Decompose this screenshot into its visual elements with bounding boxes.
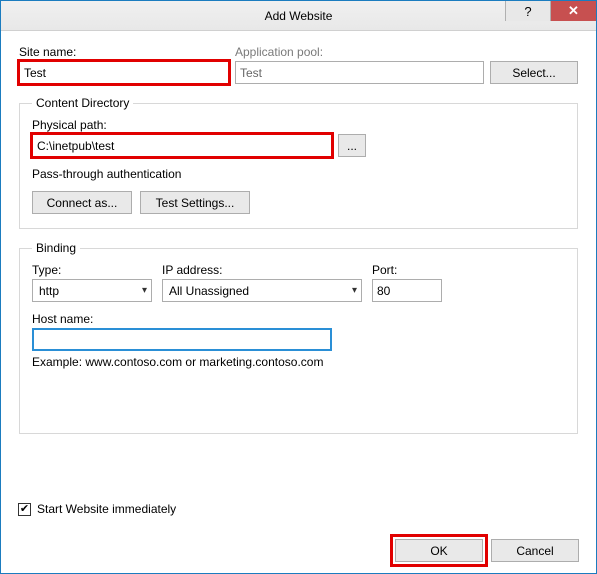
connect-as-button[interactable]: Connect as...	[32, 191, 132, 214]
type-value: http	[39, 284, 59, 298]
select-app-pool-button[interactable]: Select...	[490, 61, 578, 84]
titlebar: Add Website ? ✕	[1, 1, 596, 31]
chevron-down-icon: ▾	[142, 285, 147, 296]
test-settings-button[interactable]: Test Settings...	[140, 191, 250, 214]
content-directory-legend: Content Directory	[32, 96, 133, 110]
site-name-label: Site name:	[19, 45, 229, 59]
close-icon: ✕	[568, 3, 579, 19]
content-directory-group: Content Directory Physical path: ... Pas…	[19, 96, 578, 229]
chevron-down-icon: ▾	[352, 285, 357, 296]
passthrough-label: Pass-through authentication	[32, 167, 565, 181]
dialog-body: Site name: Application pool: Select... C…	[1, 31, 596, 444]
site-name-input[interactable]	[19, 61, 229, 84]
port-input[interactable]	[372, 279, 442, 302]
app-pool-input	[235, 61, 484, 84]
port-label: Port:	[372, 263, 442, 277]
window-controls: ? ✕	[505, 1, 596, 30]
check-icon: ✔	[20, 504, 29, 515]
app-pool-label: Application pool:	[235, 45, 578, 59]
ip-value: All Unassigned	[169, 284, 249, 298]
host-name-input[interactable]	[32, 328, 332, 351]
close-button[interactable]: ✕	[550, 1, 596, 21]
help-icon: ?	[524, 4, 531, 19]
start-immediately-label: Start Website immediately	[37, 502, 176, 516]
host-label: Host name:	[32, 312, 565, 326]
dialog-footer: OK Cancel	[395, 539, 579, 562]
type-select[interactable]: http ▾	[32, 279, 152, 302]
physical-path-input[interactable]	[32, 134, 332, 157]
start-immediately-checkbox[interactable]: ✔	[18, 503, 31, 516]
binding-group: Binding Type: http ▾ IP address: All Una…	[19, 241, 578, 434]
cancel-button[interactable]: Cancel	[491, 539, 579, 562]
browse-path-button[interactable]: ...	[338, 134, 366, 157]
host-example: Example: www.contoso.com or marketing.co…	[32, 355, 565, 369]
help-button[interactable]: ?	[505, 1, 550, 21]
physical-path-label: Physical path:	[32, 118, 565, 132]
binding-legend: Binding	[32, 241, 80, 255]
ok-button[interactable]: OK	[395, 539, 483, 562]
type-label: Type:	[32, 263, 152, 277]
ip-select[interactable]: All Unassigned ▾	[162, 279, 362, 302]
ip-label: IP address:	[162, 263, 362, 277]
start-immediately-row[interactable]: ✔ Start Website immediately	[18, 502, 176, 516]
